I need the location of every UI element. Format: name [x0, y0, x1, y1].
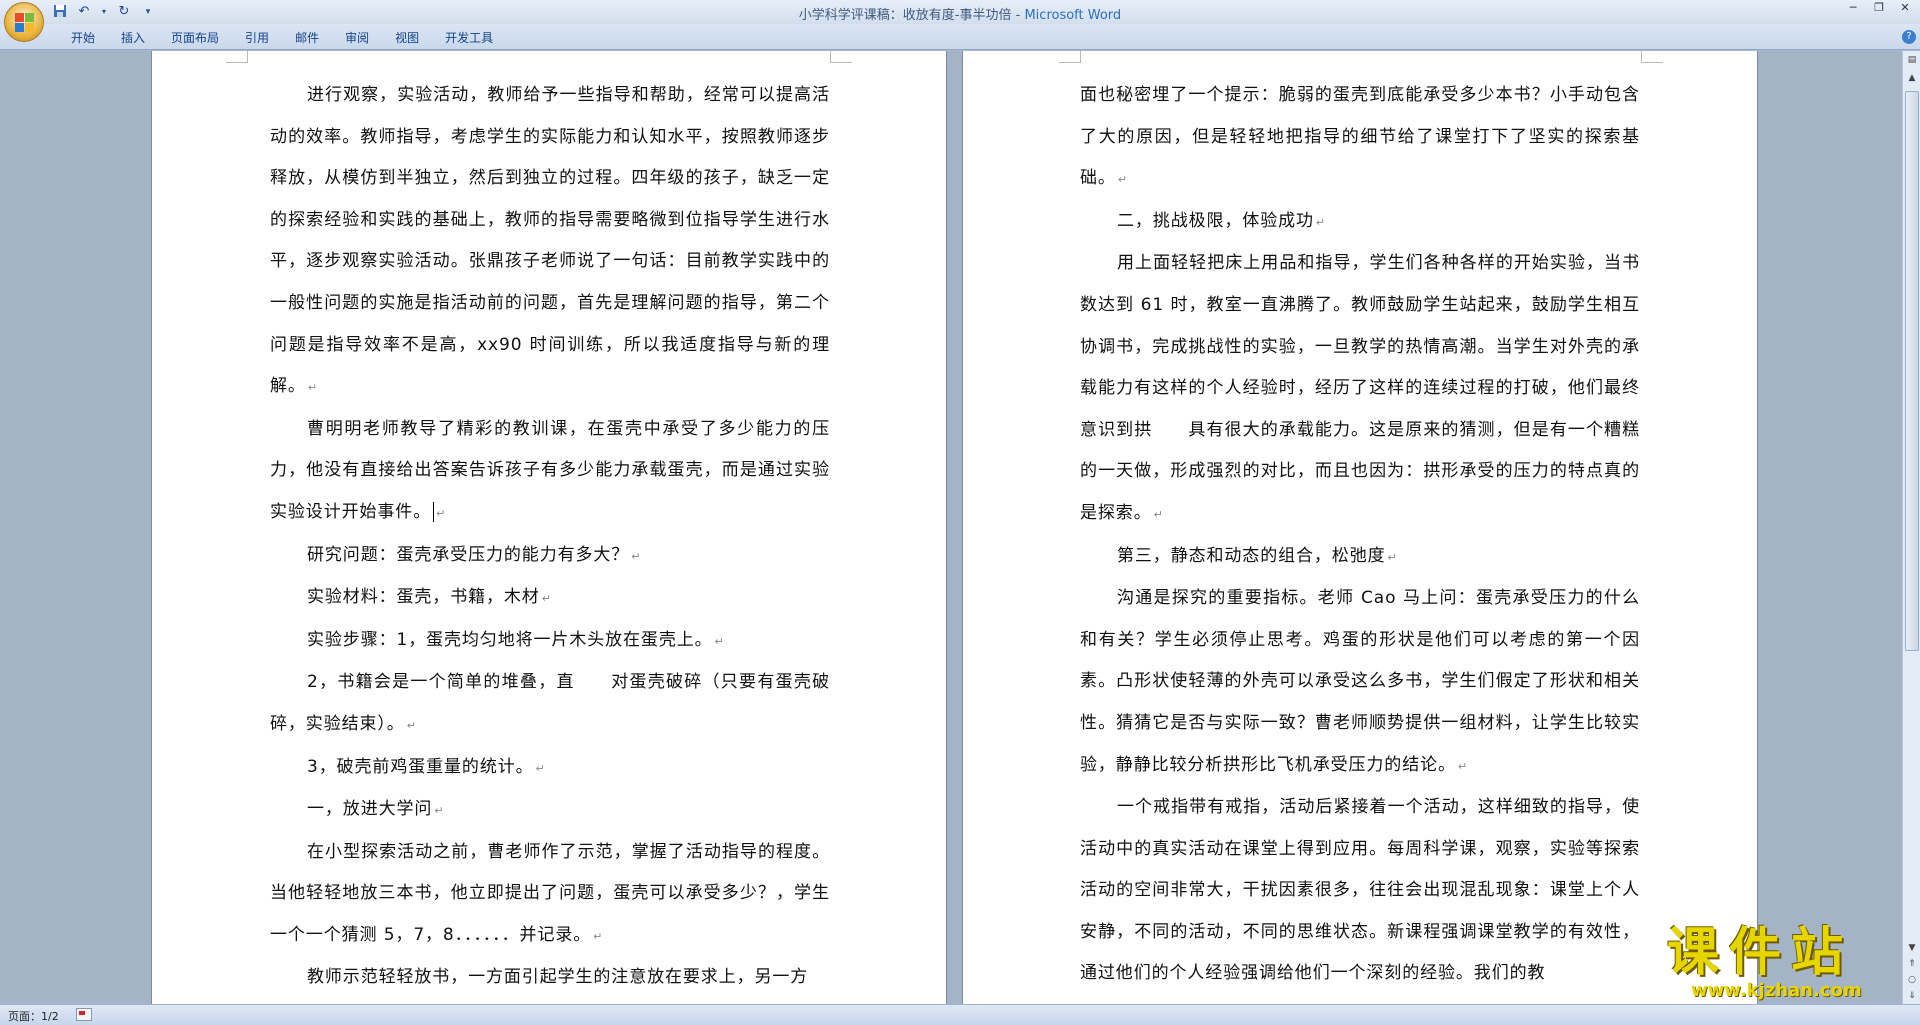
tab-mailings[interactable]: 邮件 [282, 30, 332, 46]
document-title: 小学科学评课稿：收放有度-事半功倍 [798, 8, 1012, 23]
paragraph: 一个戒指带有戒指，活动后紧接着一个活动，这样细致的指导，使活动中的真实活动在课堂… [1080, 797, 1640, 984]
ruler-toggle-icon[interactable]: ▤ [1905, 53, 1919, 67]
status-bar: 页面：1/2 [0, 1004, 1920, 1025]
margin-corner-mark [226, 51, 248, 63]
restore-icon[interactable]: ❐ [1870, 0, 1888, 16]
paragraph: 实验步骤：1，蛋壳均匀地将一片木头放在蛋壳上。 ↵ [307, 629, 725, 650]
office-button[interactable] [4, 2, 44, 42]
application-name: Microsoft Word [1024, 8, 1122, 23]
paragraph: 进行观察，实验活动，教师给予一些指导和帮助，经常可以提高活动的效率。教师指导，考… [270, 85, 830, 397]
document-area[interactable]: 进行观察，实验活动，教师给予一些指导和帮助，经常可以提高活动的效率。教师指导，考… [0, 51, 1902, 1004]
paragraph: 面也秘密埋了一个提示：脆弱的蛋壳到底能承受多少本书？小手动包含了大的原因，但是轻… [1080, 85, 1640, 189]
page-2[interactable]: 面也秘密埋了一个提示：脆弱的蛋壳到底能承受多少本书？小手动包含了大的原因，但是轻… [962, 51, 1758, 1004]
tab-references[interactable]: 引用 [232, 30, 282, 46]
paragraph: 用上面轻轻把床上用品和指导，学生们各种各样的开始实验，当书数达到 61 时，教室… [1080, 253, 1640, 523]
title-separator: - [1011, 8, 1025, 23]
tab-home[interactable]: 开始 [58, 30, 108, 46]
paragraph: 在小型探索活动之前，曹老师作了示范，掌握了活动指导的程度。当他轻轻地放三本书，他… [270, 841, 830, 945]
browse-object-icon[interactable]: ○ [1905, 973, 1919, 987]
watermark-url: www.kjzhan.com [1691, 980, 1862, 1001]
scroll-down-icon[interactable]: ▼ [1905, 941, 1919, 955]
paragraph: 第三，静态和动态的组合，松弛度 ↵ [1117, 545, 1398, 566]
page-1[interactable]: 进行观察，实验活动，教师给予一些指导和帮助，经常可以提高活动的效率。教师指导，考… [151, 51, 947, 1004]
next-page-icon[interactable]: ⇓ [1905, 989, 1919, 1003]
paragraph: 实验材料：蛋壳，书籍，木材 ↵ [307, 587, 552, 608]
page-2-text[interactable]: 面也秘密埋了一个提示：脆弱的蛋壳到底能承受多少本书？小手动包含了大的原因，但是轻… [1080, 75, 1640, 995]
margin-corner-mark [1059, 51, 1081, 63]
paragraph: 曹明明老师教导了精彩的教训课，在蛋壳中承受了多少能力的压力，他没有直接给出答案告… [270, 418, 830, 522]
macro-recording-icon[interactable] [76, 1008, 92, 1021]
window-title: 小学科学评课稿：收放有度-事半功倍 - Microsoft Word [0, 4, 1920, 23]
minimize-icon[interactable]: ─ [1844, 0, 1862, 16]
margin-corner-mark [1641, 51, 1663, 63]
vertical-scrollbar[interactable]: ▤ ▲ ▼ ⇑ ○ ⇓ [1902, 51, 1920, 1004]
paragraph: 教师示范轻轻放书，一方面引起学生的注意放在要求上，另一方 [307, 967, 809, 988]
window-controls: ─ ❐ ✕ [1844, 0, 1914, 16]
ribbon-tab-bar: 开始 插入 页面布局 引用 邮件 审阅 视图 开发工具 ? [0, 24, 1920, 50]
scroll-thumb[interactable] [1905, 91, 1919, 651]
paragraph: 沟通是探究的重要指标。老师 Cao 马上问：蛋壳承受压力的什么和有关？学生必须停… [1080, 588, 1640, 775]
close-icon[interactable]: ✕ [1896, 0, 1914, 16]
previous-page-icon[interactable]: ⇑ [1905, 957, 1919, 971]
tab-review[interactable]: 审阅 [332, 30, 382, 46]
watermark-title: 课件站 [1667, 922, 1854, 983]
tab-page-layout[interactable]: 页面布局 [158, 30, 232, 46]
title-bar: ↶ ▾ ↻ ▾ 小学科学评课稿：收放有度-事半功倍 - Microsoft Wo… [0, 0, 1920, 42]
margin-corner-mark [830, 51, 852, 63]
scroll-up-icon[interactable]: ▲ [1905, 71, 1919, 85]
watermark-logo: 课件站 www.kjzhan.com [1667, 925, 1907, 1003]
paragraph: 二，挑战极限，体验成功 ↵ [1117, 210, 1327, 231]
paragraph: 研究问题：蛋壳承受压力的能力有多大？ ↵ [307, 544, 642, 565]
page-count-status[interactable]: 页面：1/2 [8, 1008, 59, 1024]
ribbon-tabs: 开始 插入 页面布局 引用 邮件 审阅 视图 开发工具 [58, 30, 506, 46]
tab-view[interactable]: 视图 [382, 30, 432, 46]
tab-developer[interactable]: 开发工具 [432, 30, 506, 46]
office-logo-icon [15, 13, 35, 33]
tab-insert[interactable]: 插入 [108, 30, 158, 46]
paragraph: 一，放进大学问 ↵ [307, 799, 445, 820]
help-icon[interactable]: ? [1902, 30, 1916, 44]
paragraph: 2，书籍会是一个简单的堆叠，直 对蛋壳破碎（只要有蛋壳破碎，实验结束）。 ↵ [270, 672, 830, 734]
page-1-text[interactable]: 进行观察，实验活动，教师给予一些指导和帮助，经常可以提高活动的效率。教师指导，考… [270, 75, 830, 999]
paragraph: 3，破壳前鸡蛋重量的统计。 ↵ [307, 756, 546, 777]
